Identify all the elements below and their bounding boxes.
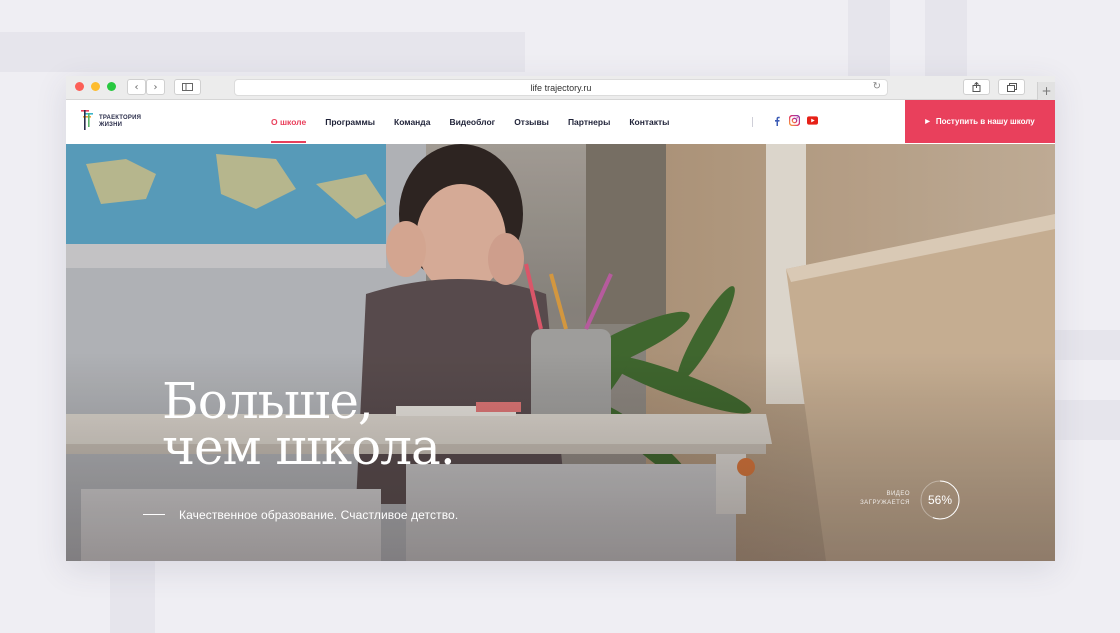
nav-item-team[interactable]: Команда: [394, 100, 430, 143]
tabs-button[interactable]: [998, 79, 1025, 95]
play-arrow-icon: ▶: [925, 119, 930, 125]
facebook-icon[interactable]: [771, 115, 782, 126]
nav-item-contacts[interactable]: Контакты: [629, 100, 669, 143]
youtube-icon[interactable]: [807, 115, 818, 126]
video-loading-label-line2: ЗАГРУЖАЕТСЯ: [860, 500, 910, 506]
hero-headline: Больше, чем школа.: [162, 376, 456, 476]
chevron-right-icon: ›: [153, 81, 158, 93]
share-button[interactable]: [963, 79, 990, 95]
video-loading-label-line1: ВИДЕО: [886, 491, 910, 497]
header-divider: [752, 117, 753, 127]
share-icon: [972, 82, 981, 92]
site-header: ТРАЕКТОРИЯ ЖИЗНИ О школе Программы Коман…: [66, 100, 1055, 143]
nav-item-programs[interactable]: Программы: [325, 100, 375, 143]
logo-mark-icon: [81, 110, 93, 130]
tabs-icon: [1006, 82, 1017, 92]
video-progress-text: 56%: [927, 493, 953, 507]
logo-text-line1: ТРАЕКТОРИЯ: [99, 115, 142, 121]
hero-section: Больше, чем школа. Качественное образова…: [66, 144, 1055, 561]
nav-item-partners[interactable]: Партнеры: [568, 100, 610, 143]
logo-text-line2: ЖИЗНИ: [99, 122, 123, 128]
browser-toolbar: ‹ › life trajectory.ru ↻ +: [66, 76, 1055, 100]
close-window-button[interactable]: [75, 82, 84, 91]
video-loading-label: ВИДЕО ЗАГРУЖАЕТСЯ: [846, 490, 910, 508]
instagram-icon[interactable]: [789, 115, 800, 126]
url-text: life trajectory.ru: [530, 82, 592, 93]
background-stripe: [110, 561, 155, 633]
tagline-dash: [143, 514, 165, 515]
new-tab-button[interactable]: +: [1037, 82, 1055, 100]
apply-button-label: Поступить в нашу школу: [935, 117, 1035, 126]
apply-button[interactable]: ▶ Поступить в нашу школу: [905, 100, 1055, 143]
forward-button[interactable]: ›: [146, 79, 165, 95]
background-stripe: [1055, 400, 1120, 440]
address-bar[interactable]: life trajectory.ru ↻: [234, 79, 888, 96]
main-nav: О школе Программы Команда Видеоблог Отзы…: [271, 100, 688, 143]
background-stripe: [1055, 330, 1120, 360]
back-button[interactable]: ‹: [127, 79, 146, 95]
chevron-left-icon: ‹: [134, 81, 139, 93]
nav-item-reviews[interactable]: Отзывы: [514, 100, 549, 143]
browser-window: ‹ › life trajectory.ru ↻ + ТРАЕКТОРИЯ ЖИ…: [66, 76, 1055, 561]
site-logo[interactable]: ТРАЕКТОРИЯ ЖИЗНИ: [80, 108, 141, 132]
minimize-window-button[interactable]: [91, 82, 100, 91]
logo-text: ТРАЕКТОРИЯ ЖИЗНИ: [99, 115, 141, 129]
plus-icon: +: [1041, 84, 1052, 98]
sidebar-icon: [182, 83, 193, 91]
reload-icon[interactable]: ↻: [873, 81, 881, 92]
sidebar-button[interactable]: [174, 79, 201, 95]
nav-item-videoblog[interactable]: Видеоблог: [449, 100, 495, 143]
hero-tagline: Качественное образование. Счастливое дет…: [179, 508, 459, 522]
background-stripe: [925, 0, 967, 76]
background-stripe: [848, 0, 890, 76]
maximize-window-button[interactable]: [107, 82, 116, 91]
nav-item-about[interactable]: О школе: [271, 100, 307, 143]
hero-headline-line2: чем школа.: [162, 418, 456, 476]
social-links: [771, 115, 818, 126]
background-stripe: [0, 32, 525, 72]
